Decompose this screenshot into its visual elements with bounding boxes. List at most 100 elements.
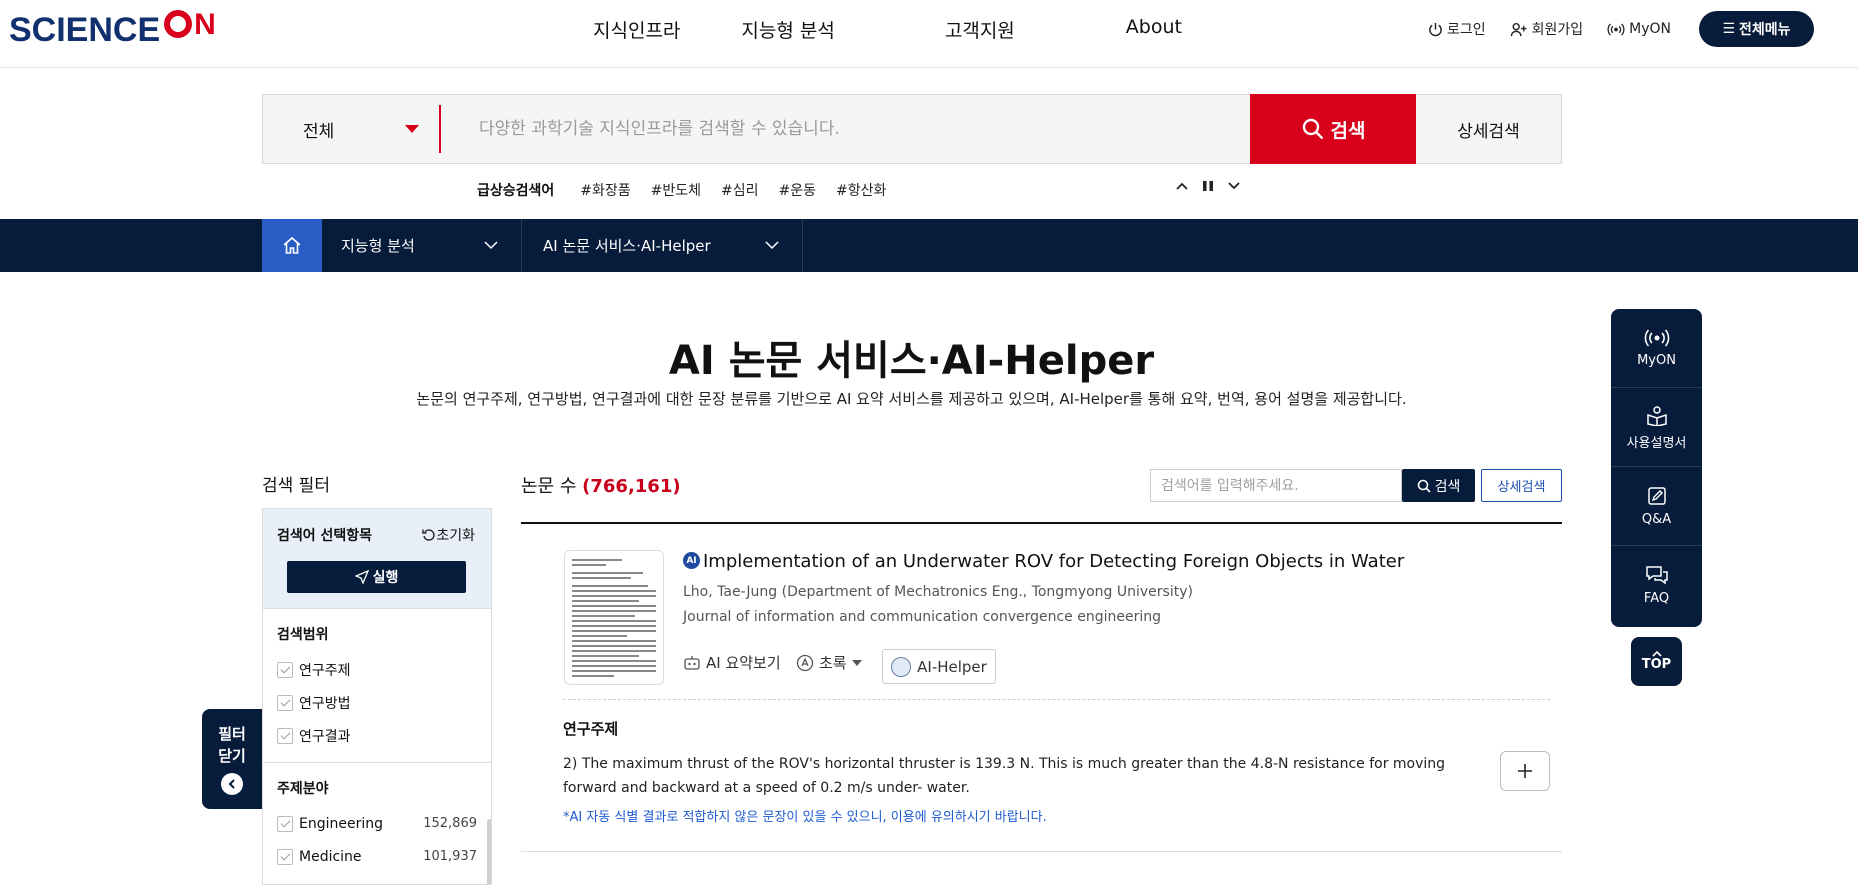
scroll-top-button[interactable]: TOP	[1631, 637, 1682, 686]
broadcast-icon	[1644, 328, 1669, 347]
refresh-icon	[422, 529, 435, 541]
field-checkbox[interactable]: Medicine 101,937	[277, 840, 477, 873]
breadcrumb-bar: 지능형 분석 AI 논문 서비스·AI-Helper	[0, 219, 1858, 272]
robot-icon	[684, 655, 700, 670]
ai-badge: AI	[683, 552, 700, 569]
trending-keywords: 급상승검색어 #화장품 #반도체 #심리 #운동 #항산화	[477, 180, 906, 200]
chat-icon	[1645, 566, 1668, 585]
paper-thumbnail[interactable]	[564, 550, 664, 685]
ai-helper-avatar	[891, 656, 912, 677]
checkbox-icon	[277, 694, 293, 711]
run-button[interactable]: 실행	[287, 561, 466, 593]
caret-down-icon	[405, 125, 419, 133]
topic-text: 2) The maximum thrust of the ROV's horiz…	[563, 756, 1446, 796]
result-search-button[interactable]: 검색	[1402, 469, 1475, 502]
breadcrumb-level1[interactable]: 지능형 분석	[322, 219, 522, 272]
paper-title[interactable]: Implementation of an Underwater ROV for …	[703, 551, 1404, 572]
scope-title: 검색범위	[277, 627, 329, 643]
chevron-down-icon[interactable]	[1228, 182, 1240, 190]
all-menu-button[interactable]: ☰ 전체메뉴	[1699, 11, 1814, 47]
ai-disclaimer: *AI 자동 식별 결과로 적합하지 않은 문장이 있을 수 있으니, 이용에 …	[563, 810, 1047, 825]
scope-section: 검색범위 연구주제 연구방법 연구결과	[263, 609, 491, 763]
home-icon	[283, 236, 301, 254]
quick-qna[interactable]: Q&A	[1611, 467, 1702, 546]
quick-menu: MyON 사용설명서 Q&A FAQ	[1611, 309, 1702, 627]
chevron-down-icon	[484, 241, 498, 250]
search-input[interactable]	[441, 95, 1250, 163]
trending-label: 급상승검색어	[477, 183, 555, 199]
page-title: AI 논문 서비스·AI-Helper	[668, 338, 1155, 384]
main-nav: 지식인프라 지능형 분석 고객지원 About	[593, 16, 1182, 43]
pause-icon[interactable]	[1202, 180, 1214, 192]
chevron-down-icon	[765, 241, 779, 250]
broadcast-icon	[1607, 22, 1625, 36]
field-checkbox[interactable]: Engineering 152,869	[277, 807, 477, 840]
abstract-icon	[796, 654, 814, 671]
plus-icon	[1518, 764, 1532, 778]
search-category-select[interactable]: 전체	[263, 95, 439, 163]
logo-text: SCIENCE	[9, 11, 161, 49]
checkbox-icon	[277, 815, 293, 832]
myon-link[interactable]: MyON	[1607, 21, 1671, 37]
filter-header: 검색어 선택항목 초기화 실행	[263, 509, 491, 609]
paper-divider	[563, 699, 1550, 700]
search-button[interactable]: 검색	[1250, 94, 1416, 164]
nav-about[interactable]: About	[1126, 16, 1182, 43]
quick-manual[interactable]: 사용설명서	[1611, 388, 1702, 467]
expand-button[interactable]	[1500, 751, 1550, 791]
hamburger-icon: ☰	[1722, 21, 1736, 37]
reset-button[interactable]: 초기화	[422, 525, 475, 545]
trending-tag[interactable]: #운동	[779, 180, 817, 200]
checkbox-icon	[277, 727, 293, 744]
site-header: SCIENCE N 지식인프라 지능형 분석 고객지원 About 로그인 회원…	[0, 0, 1858, 68]
filter-header-label: 검색어 선택항목	[277, 528, 373, 544]
filter-title: 검색 필터	[262, 476, 330, 496]
edit-icon	[1647, 486, 1666, 505]
logo-on-mark: N	[164, 8, 218, 48]
quick-faq[interactable]: FAQ	[1611, 546, 1702, 625]
scienceon-logo[interactable]: SCIENCE N	[9, 8, 218, 48]
paper-journal: Journal of information and communication…	[683, 609, 1162, 625]
topic-label: 연구주제	[563, 720, 619, 738]
quick-myon[interactable]: MyON	[1611, 309, 1702, 388]
nav-intelligent-analysis[interactable]: 지능형 분석	[741, 16, 834, 43]
trending-tag[interactable]: #화장품	[580, 180, 630, 200]
page-description: 논문의 연구주제, 연구방법, 연구결과에 대한 문장 분류를 기반으로 AI …	[416, 390, 1407, 408]
user-plus-icon	[1510, 22, 1527, 36]
result-count-value: (766,161)	[582, 476, 681, 497]
send-icon	[354, 570, 369, 584]
result-count: 논문 수 (766,161)	[521, 476, 681, 497]
checkbox-icon	[277, 661, 293, 678]
book-user-icon	[1646, 405, 1667, 426]
paper-authors: Lho, Tae-Jung (Department of Mechatronic…	[683, 584, 1193, 600]
caret-down-icon	[851, 659, 862, 666]
search-icon	[1302, 118, 1323, 140]
login-link[interactable]: 로그인	[1428, 19, 1486, 39]
advanced-search-button[interactable]: 상세검색	[1416, 95, 1561, 163]
chevron-up-icon[interactable]	[1176, 182, 1188, 190]
scope-checkbox[interactable]: 연구주제	[277, 653, 477, 686]
result-advanced-button[interactable]: 상세검색	[1481, 469, 1562, 502]
field-section: 주제분야 Engineering 152,869 Medicine 101,937	[263, 763, 491, 873]
signup-link[interactable]: 회원가입	[1510, 19, 1583, 39]
scope-checkbox[interactable]: 연구결과	[277, 719, 477, 752]
result-search-input[interactable]	[1150, 469, 1402, 502]
trending-tag[interactable]: #반도체	[651, 180, 701, 200]
filter-scrollbar[interactable]	[487, 819, 491, 884]
abstract-toggle[interactable]: 초록	[796, 652, 862, 673]
close-filter-button[interactable]: 필터 닫기	[202, 709, 262, 809]
trending-tag[interactable]: #심리	[721, 180, 759, 200]
power-icon	[1429, 22, 1442, 36]
chevron-left-icon	[221, 773, 243, 795]
nav-knowledge-infra[interactable]: 지식인프라	[593, 16, 680, 43]
trending-tag[interactable]: #항산화	[836, 180, 886, 200]
ai-summary-button[interactable]: AI 요약보기	[683, 652, 781, 673]
home-button[interactable]	[262, 219, 322, 272]
breadcrumb-level2[interactable]: AI 논문 서비스·AI-Helper	[522, 219, 803, 272]
trending-controls	[1176, 180, 1240, 192]
ai-helper-button[interactable]: AI-Helper	[882, 649, 996, 684]
scope-checkbox[interactable]: 연구방법	[277, 686, 477, 719]
util-menu: 로그인 회원가입 MyON	[1428, 19, 1695, 39]
search-filter-panel: 검색어 선택항목 초기화 실행 검색범위 연구주제 연구방법 연구결과 주제분야…	[262, 508, 492, 885]
nav-customer-support[interactable]: 고객지원	[945, 16, 1015, 43]
